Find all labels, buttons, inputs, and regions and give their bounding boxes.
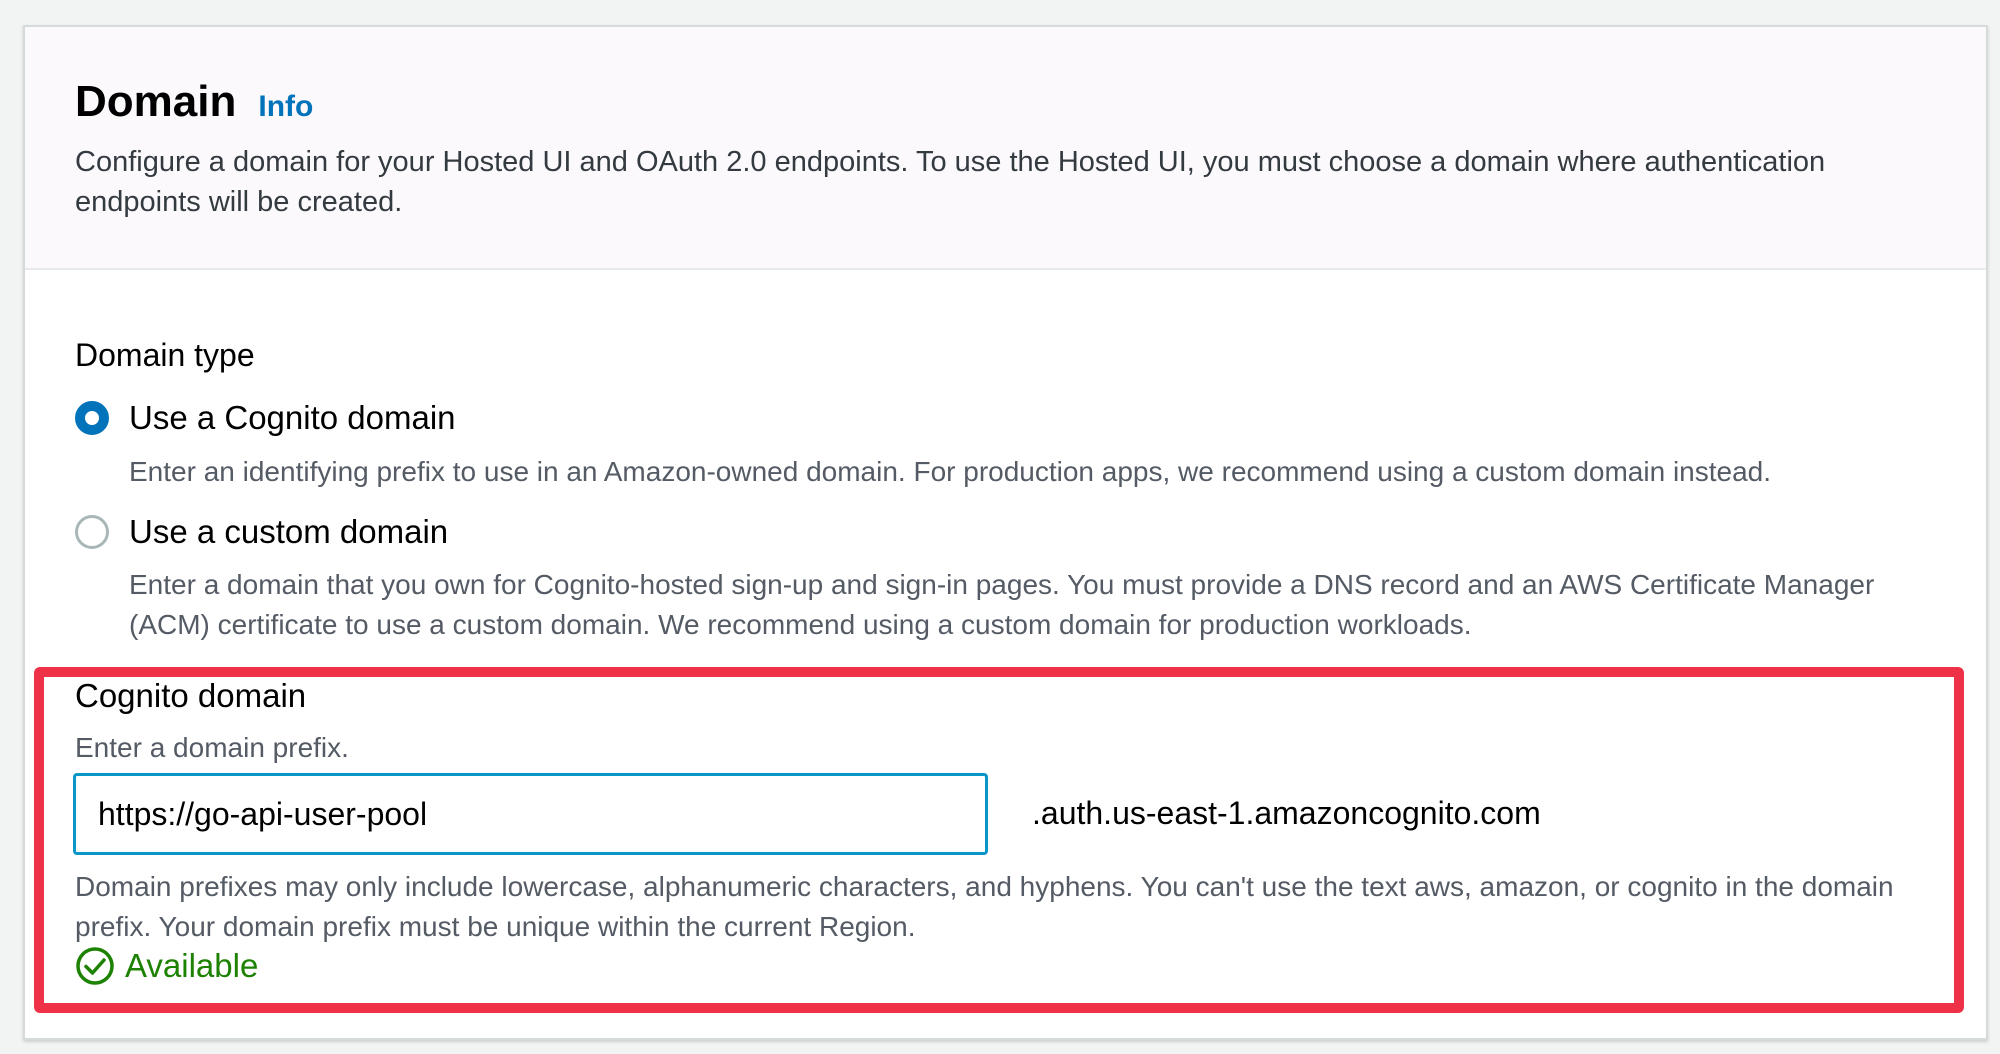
title-row: Domain Info bbox=[75, 77, 313, 127]
radio-label-cognito-domain[interactable]: Use a Cognito domain bbox=[129, 399, 456, 437]
radio-description-custom-domain: Enter a domain that you own for Cognito-… bbox=[129, 569, 1875, 640]
radio-label-custom-domain[interactable]: Use a custom domain bbox=[129, 513, 448, 551]
domain-type-label: Domain type bbox=[75, 337, 255, 373]
domain-prefix-input[interactable] bbox=[73, 773, 988, 855]
cognito-domain-label: Cognito domain bbox=[75, 677, 307, 714]
domain-constraint-text: Domain prefixes may only include lowerca… bbox=[75, 871, 1894, 942]
availability-status-text: Available bbox=[125, 947, 259, 984]
availability-status: Available bbox=[75, 946, 258, 986]
radio-option-cognito-domain[interactable]: Use a Cognito domain bbox=[75, 399, 456, 437]
radio-button-custom-domain[interactable] bbox=[75, 515, 109, 549]
domain-panel: Domain Info Configure a domain for your … bbox=[23, 25, 1988, 1040]
header-description: Configure a domain for your Hosted UI an… bbox=[75, 146, 1826, 218]
check-circle-icon bbox=[76, 947, 114, 985]
page-title: Domain bbox=[75, 77, 237, 126]
info-link[interactable]: Info bbox=[258, 90, 313, 124]
cognito-domain-hint: Enter a domain prefix. bbox=[75, 732, 349, 763]
panel-header: Domain Info Configure a domain for your … bbox=[25, 27, 1986, 270]
domain-suffix: .auth.us-east-1.amazoncognito.com bbox=[1032, 795, 1541, 831]
radio-button-cognito-domain[interactable] bbox=[75, 401, 109, 435]
radio-option-custom-domain[interactable]: Use a custom domain bbox=[75, 513, 448, 551]
radio-description-cognito-domain: Enter an identifying prefix to use in an… bbox=[129, 456, 1772, 487]
